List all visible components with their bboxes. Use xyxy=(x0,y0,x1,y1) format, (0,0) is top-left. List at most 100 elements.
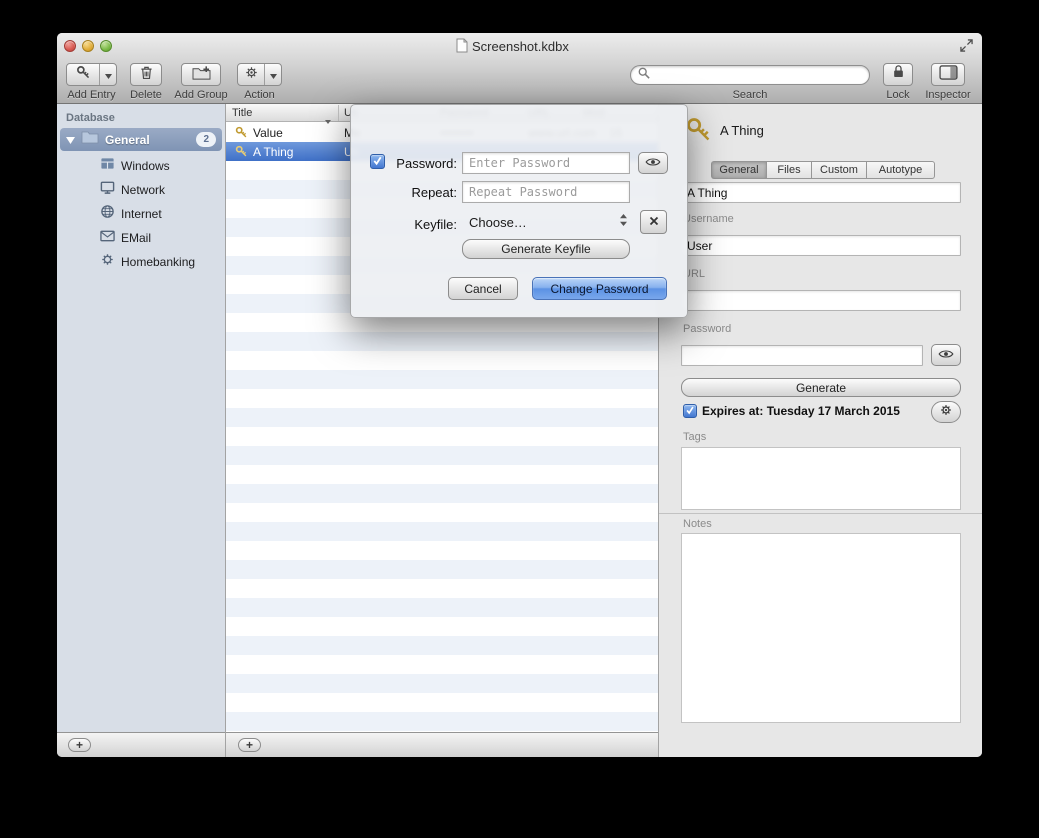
username-label: Username xyxy=(683,213,734,225)
delete-button[interactable] xyxy=(130,63,162,86)
chevron-down-icon xyxy=(100,66,116,84)
title-input[interactable] xyxy=(682,183,960,202)
trash-icon xyxy=(138,64,155,86)
sidebar-item-label: Network xyxy=(121,183,165,197)
tab-general[interactable]: General xyxy=(711,161,766,179)
sidebar-divider[interactable] xyxy=(225,104,226,757)
password-label: Password xyxy=(683,323,731,335)
chevron-down-icon xyxy=(265,66,281,84)
username-input[interactable] xyxy=(682,236,960,255)
group-sidebar: Database General 2 Windows Network xyxy=(57,104,225,732)
plus-icon: + xyxy=(246,740,253,750)
add-entry-label: Add Entry xyxy=(61,89,122,101)
entry-title: A Thing xyxy=(253,145,293,159)
fullscreen-icon[interactable] xyxy=(960,39,973,57)
inspector-tabs: General Files Custom Autotype xyxy=(711,161,935,179)
sidebar-item-homebanking[interactable]: Homebanking xyxy=(57,250,225,274)
sidebar-item-label: Windows xyxy=(121,159,170,173)
inspector-panel: A Thing General Files Custom Autotype Us… xyxy=(658,104,982,757)
change-password-button[interactable]: Change Password xyxy=(532,277,667,300)
close-button[interactable] xyxy=(64,40,76,52)
folder-icon xyxy=(81,130,99,149)
lock-button[interactable] xyxy=(883,63,913,86)
inspector-panel-icon xyxy=(939,65,958,85)
generate-keyfile-button[interactable]: Generate Keyfile xyxy=(462,239,630,259)
dialog-password-input[interactable] xyxy=(463,153,629,173)
sidebar-item-label: Homebanking xyxy=(121,255,195,269)
add-group-button[interactable] xyxy=(181,63,221,86)
sidebar-group-general[interactable]: General 2 xyxy=(60,128,222,151)
disclosure-triangle-icon[interactable] xyxy=(66,131,75,149)
password-input[interactable] xyxy=(682,346,922,365)
lock-icon xyxy=(892,64,905,85)
generate-password-button[interactable]: Generate xyxy=(681,378,961,397)
change-password-popover: Password: Repeat: Keyfile: Choose… Gene xyxy=(350,104,688,318)
tags-textarea[interactable] xyxy=(681,447,961,510)
notes-textarea[interactable] xyxy=(681,533,961,723)
change-password-label: Change Password xyxy=(550,282,648,296)
cancel-button[interactable]: Cancel xyxy=(448,277,518,300)
bottom-bar: + + xyxy=(57,732,658,757)
entry-title: Value xyxy=(253,126,283,140)
network-icon xyxy=(100,180,115,200)
gear-icon xyxy=(939,403,953,422)
lock-label: Lock xyxy=(875,89,921,101)
minimize-button[interactable] xyxy=(82,40,94,52)
add-group-label: Add Group xyxy=(174,89,228,101)
tab-custom[interactable]: Custom xyxy=(811,161,866,179)
dialog-show-password-button[interactable] xyxy=(638,152,668,174)
action-button[interactable] xyxy=(237,63,282,86)
window-chrome: Screenshot.kdbx Add Entry Delete xyxy=(57,33,982,104)
notes-label: Notes xyxy=(683,518,712,530)
dialog-repeat-field[interactable] xyxy=(462,181,630,203)
expires-checkbox[interactable] xyxy=(683,404,697,418)
add-entry-plus-button[interactable]: + xyxy=(238,738,261,752)
windows-icon xyxy=(100,156,115,176)
tab-label: Custom xyxy=(820,164,858,176)
url-input[interactable] xyxy=(682,291,960,310)
column-divider[interactable] xyxy=(338,105,339,121)
dialog-repeat-input[interactable] xyxy=(463,182,629,202)
inspector-button[interactable] xyxy=(931,63,965,86)
window-title: Screenshot.kdbx xyxy=(472,39,569,54)
url-field[interactable] xyxy=(681,290,961,311)
eye-icon xyxy=(938,346,954,364)
check-icon xyxy=(685,402,695,420)
column-header-title[interactable]: Title xyxy=(232,107,252,119)
tags-label: Tags xyxy=(683,431,706,443)
database-section-label: Database xyxy=(66,112,115,124)
dialog-password-field[interactable] xyxy=(462,152,630,174)
action-label: Action xyxy=(234,89,285,101)
password-field[interactable] xyxy=(681,345,923,366)
dialog-repeat-label: Repeat: xyxy=(377,185,457,200)
keyfile-clear-button[interactable] xyxy=(640,210,667,234)
sidebar-item-network[interactable]: Network xyxy=(57,178,225,202)
tab-label: Files xyxy=(777,164,800,176)
inspector-label: Inspector xyxy=(920,89,976,101)
search-input[interactable] xyxy=(655,67,862,83)
sidebar-item-email[interactable]: EMail xyxy=(57,226,225,250)
tab-files[interactable]: Files xyxy=(766,161,811,179)
search-field[interactable] xyxy=(630,65,870,85)
folder-plus-icon xyxy=(191,64,212,86)
sidebar-item-internet[interactable]: Internet xyxy=(57,202,225,226)
expires-label: Expires at: Tuesday 17 March 2015 xyxy=(702,404,900,418)
tab-label: Autotype xyxy=(879,164,922,176)
gear-icon xyxy=(238,65,264,85)
title-field[interactable] xyxy=(681,182,961,203)
document-icon xyxy=(456,38,468,58)
username-field[interactable] xyxy=(681,235,961,256)
add-group-plus-button[interactable]: + xyxy=(68,738,91,752)
add-entry-button[interactable] xyxy=(66,63,117,86)
keyfile-popup-button[interactable]: Choose… xyxy=(462,211,632,233)
tab-autotype[interactable]: Autotype xyxy=(866,161,935,179)
sidebar-item-windows[interactable]: Windows xyxy=(57,154,225,178)
show-password-button[interactable] xyxy=(931,344,961,366)
expires-settings-button[interactable] xyxy=(931,401,961,423)
generate-label: Generate xyxy=(796,381,846,395)
inspector-divider xyxy=(658,513,982,514)
sidebar-group-label: General xyxy=(105,133,150,147)
zoom-button[interactable] xyxy=(100,40,112,52)
close-x-icon xyxy=(649,213,659,231)
cancel-label: Cancel xyxy=(464,282,501,296)
